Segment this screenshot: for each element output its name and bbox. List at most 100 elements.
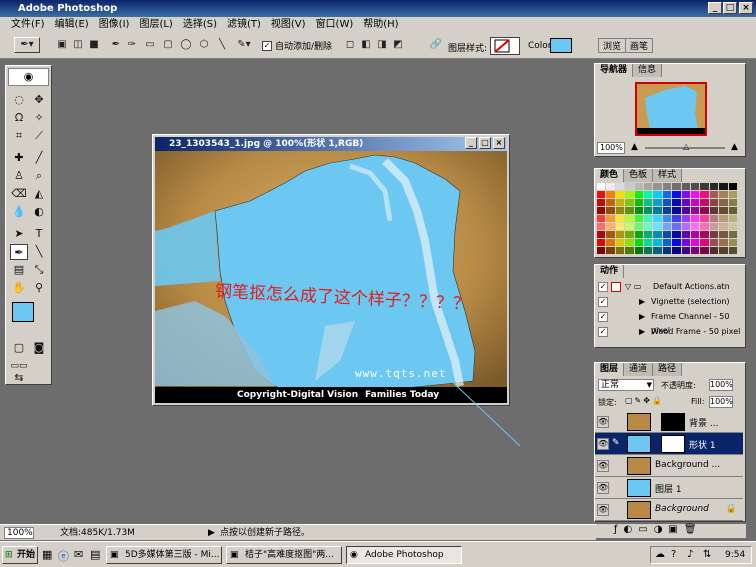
color-swatch[interactable]: [709, 215, 719, 222]
color-swatch[interactable]: [700, 239, 709, 246]
color-swatch[interactable]: [653, 247, 662, 254]
color-swatch[interactable]: [597, 183, 606, 190]
pen-tool-icon[interactable]: ✒: [108, 37, 124, 53]
history-brush-icon[interactable]: ⌕: [30, 168, 48, 184]
tray-icon[interactable]: ☁: [655, 547, 665, 563]
eye-icon[interactable]: 👁: [597, 482, 609, 494]
line-shape-icon[interactable]: ╲: [30, 244, 48, 260]
color-swatch[interactable]: [672, 207, 681, 214]
color-swatch[interactable]: [615, 223, 625, 230]
color-swatch[interactable]: [700, 207, 709, 214]
status-arrow-icon[interactable]: ▶: [208, 525, 215, 541]
color-swatch[interactable]: [625, 183, 634, 190]
color-swatch[interactable]: [615, 231, 625, 238]
color-swatch[interactable]: [653, 207, 662, 214]
color-swatch[interactable]: [662, 199, 672, 206]
color-swatch[interactable]: [625, 223, 634, 230]
color-swatch[interactable]: [719, 223, 728, 230]
color-swatch[interactable]: [719, 247, 728, 254]
eye-icon[interactable]: 👁: [597, 504, 609, 516]
color-swatch[interactable]: [597, 231, 606, 238]
eye-icon[interactable]: 👁: [597, 416, 609, 428]
color-swatch[interactable]: [728, 199, 737, 206]
color-swatch[interactable]: [709, 191, 719, 198]
fill-field[interactable]: 100%: [709, 396, 733, 408]
desktop-icon[interactable]: ▦: [42, 548, 52, 561]
color-swatch[interactable]: [634, 191, 643, 198]
lasso-icon[interactable]: ᘯ: [10, 110, 28, 126]
color-swatch[interactable]: [700, 183, 709, 190]
color-swatch[interactable]: [719, 215, 728, 222]
color-swatch[interactable]: [643, 239, 653, 246]
dodge-icon[interactable]: ◐: [30, 204, 48, 220]
color-swatch[interactable]: [690, 231, 700, 238]
panel-tab[interactable]: 颜色: [595, 169, 625, 182]
color-swatch[interactable]: [597, 215, 606, 222]
panel-tab[interactable]: 色板: [624, 169, 654, 182]
move-icon[interactable]: ✥: [30, 92, 48, 108]
foreground-color-swatch[interactable]: [12, 302, 34, 322]
color-swatch[interactable]: [625, 239, 634, 246]
lock-icons[interactable]: ▢✎✥🔒: [625, 396, 664, 405]
color-swatch[interactable]: [728, 183, 737, 190]
color-swatch[interactable]: [690, 207, 700, 214]
freeform-pen-icon[interactable]: ✑: [124, 37, 140, 53]
color-swatch[interactable]: [662, 239, 672, 246]
color-swatch[interactable]: [672, 191, 681, 198]
color-swatch[interactable]: [662, 207, 672, 214]
menu-item[interactable]: 滤镜(T): [222, 17, 266, 33]
action-item[interactable]: ✓ ▶ Frame Channel - 50 pixel: [595, 310, 743, 335]
crop-icon[interactable]: ⌗: [10, 128, 28, 144]
layer-row-selected[interactable]: 👁 ✎ 形状 1: [595, 433, 743, 455]
menu-item[interactable]: 文件(F): [6, 17, 50, 33]
paths-icon[interactable]: ◫: [70, 37, 86, 53]
color-swatch[interactable]: [615, 207, 625, 214]
color-swatch[interactable]: [634, 247, 643, 254]
color-swatch[interactable]: [681, 223, 690, 230]
color-swatch[interactable]: [653, 183, 662, 190]
color-swatch[interactable]: [615, 247, 625, 254]
tab-brushes[interactable]: 画笔: [626, 39, 652, 52]
color-swatch[interactable]: [728, 207, 737, 214]
color-swatch[interactable]: [662, 215, 672, 222]
color-swatch[interactable]: [643, 247, 653, 254]
color-swatch[interactable]: [597, 191, 606, 198]
color-swatch[interactable]: [672, 223, 681, 230]
layer-row[interactable]: 👁 背景 ...: [595, 411, 743, 433]
standard-mode-icon[interactable]: ▢: [10, 340, 28, 356]
start-button[interactable]: ⊞ 开始: [2, 546, 38, 564]
color-swatch[interactable]: [625, 191, 634, 198]
layer-row[interactable]: 👁 图层 1: [595, 477, 743, 499]
help-icon[interactable]: ?: [671, 547, 676, 563]
exclude-shape-icon[interactable]: ◩: [390, 37, 406, 53]
color-swatch[interactable]: [634, 199, 643, 206]
color-swatch[interactable]: [690, 191, 700, 198]
opacity-field[interactable]: 100%: [709, 379, 733, 391]
color-swatch[interactable]: [597, 199, 606, 206]
notes-icon[interactable]: ▤: [10, 262, 28, 278]
color-swatch[interactable]: [606, 223, 615, 230]
color-swatch[interactable]: [709, 183, 719, 190]
color-swatch[interactable]: [597, 223, 606, 230]
color-swatch[interactable]: [690, 183, 700, 190]
color-swatch[interactable]: [643, 231, 653, 238]
eraser-icon[interactable]: ⌫: [10, 186, 28, 202]
auto-add-delete-option[interactable]: ✓ 自动添加/删除: [262, 39, 332, 52]
menu-item[interactable]: 选择(S): [178, 17, 222, 33]
subtract-shape-icon[interactable]: ◧: [358, 37, 374, 53]
outlook-icon[interactable]: ✉: [74, 548, 83, 561]
color-swatch[interactable]: [606, 183, 615, 190]
color-swatch[interactable]: [690, 199, 700, 206]
color-swatch[interactable]: [728, 223, 737, 230]
color-swatch[interactable]: [625, 199, 634, 206]
color-swatch[interactable]: [728, 231, 737, 238]
zoom-slider-thumb[interactable]: △: [683, 142, 689, 151]
panel-tab[interactable]: 信息: [633, 64, 663, 77]
panel-tab[interactable]: 样式: [653, 169, 683, 182]
color-swatch[interactable]: [606, 215, 615, 222]
color-swatch[interactable]: [700, 223, 709, 230]
color-swatch[interactable]: [728, 191, 737, 198]
link-icon[interactable]: 🔗: [428, 37, 444, 53]
color-swatch[interactable]: [728, 239, 737, 246]
color-swatch[interactable]: [606, 231, 615, 238]
